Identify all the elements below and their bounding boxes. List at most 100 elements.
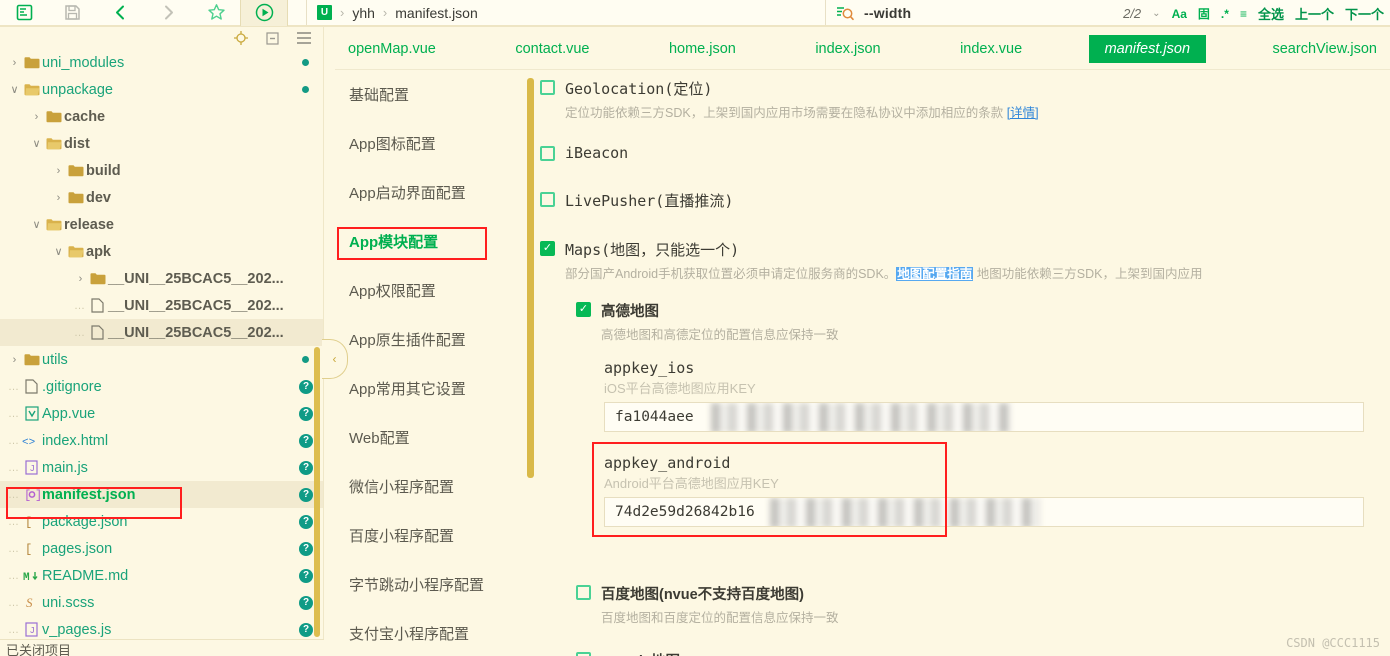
menu-item-8[interactable]: 微信小程序配置: [325, 462, 528, 511]
tree-expand-arrow[interactable]: ∨: [8, 83, 21, 96]
editor-tab-manifest-json[interactable]: manifest.json: [1088, 34, 1207, 63]
tree-item-index-html[interactable]: … <> index.html?: [0, 427, 323, 454]
breadcrumb-file[interactable]: manifest.json: [395, 5, 477, 21]
tree-item-cache[interactable]: › cache: [0, 103, 323, 130]
tree-item--uni-25bcac5-202-[interactable]: › __UNI__25BCAC5__202...: [0, 265, 323, 292]
js-icon: J: [21, 622, 42, 637]
ibeacon-checkbox[interactable]: [540, 146, 555, 161]
match-case-icon[interactable]: Aa: [1172, 7, 1187, 21]
livepusher-checkbox[interactable]: [540, 192, 555, 207]
tree-item-label: apk: [86, 243, 111, 260]
editor-tab-searchview-json[interactable]: searchView.json: [1259, 36, 1390, 62]
tree-item-release[interactable]: ∨ release: [0, 211, 323, 238]
file-explorer[interactable]: › uni_modules ∨ unpackage › cache ∨ dist › build ›…: [0, 27, 324, 639]
regex-icon[interactable]: .*: [1221, 7, 1229, 21]
googlemap-label: Google地图: [601, 650, 680, 656]
tree-expand-arrow[interactable]: ›: [74, 273, 87, 285]
tree-item-apk[interactable]: ∨ apk: [0, 238, 323, 265]
geolocation-block: Geolocation(定位) 定位功能依赖三方SDK，上架到国内应用市场需要在…: [540, 78, 1390, 121]
save-icon[interactable]: [48, 0, 96, 26]
menu-item-0[interactable]: 基础配置: [325, 70, 528, 119]
folder-icon: [65, 164, 86, 177]
menu-item-6[interactable]: App常用其它设置: [325, 364, 528, 413]
svg-text:]: ]: [35, 489, 40, 503]
match-word-icon[interactable]: 固: [1198, 5, 1210, 22]
editor-tab-home-json[interactable]: home.json: [656, 36, 749, 62]
breadcrumb-project[interactable]: yhh: [352, 5, 375, 21]
tree-item-label: release: [64, 216, 114, 233]
tree-expand-arrow[interactable]: ›: [8, 354, 21, 366]
tree-item-unpackage[interactable]: ∨ unpackage: [0, 76, 323, 103]
menu-item-11[interactable]: 支付宝小程序配置: [325, 609, 528, 656]
tree-item-pages-json[interactable]: … [ ]pages.json?: [0, 535, 323, 562]
tree-expand-arrow[interactable]: ∨: [30, 218, 43, 231]
select-all-button[interactable]: 全选: [1258, 4, 1284, 23]
tree-item-uni-modules[interactable]: › uni_modules: [0, 49, 323, 76]
tree-item-label: __UNI__25BCAC5__202...: [108, 270, 284, 287]
tree-item-app-vue[interactable]: … App.vue?: [0, 400, 323, 427]
tree-item-dist[interactable]: ∨ dist: [0, 130, 323, 157]
tree-expand-arrow[interactable]: ∨: [30, 137, 43, 150]
search-input[interactable]: --width: [864, 5, 911, 21]
in-selection-icon[interactable]: ≡: [1240, 7, 1247, 21]
map-config-guide-link[interactable]: 地图配置指南: [896, 267, 974, 281]
breadcrumb: U › yhh › manifest.json: [306, 0, 826, 25]
amap-checkbox[interactable]: ✓: [576, 302, 591, 317]
explorer-scrollbar[interactable]: [314, 347, 320, 637]
tree-item-utils[interactable]: › utils: [0, 346, 323, 373]
terminal-icon[interactable]: [0, 0, 48, 26]
tree-item-dev[interactable]: › dev: [0, 184, 323, 211]
menu-item-2[interactable]: App启动界面配置: [325, 168, 528, 217]
manifest-section-menu[interactable]: 基础配置 App图标配置 App启动界面配置 App模块配置 App权限配置 App原生插…: [325, 70, 528, 656]
tree-item-manifest-json[interactable]: …[]manifest.json?: [0, 481, 323, 508]
find-next-button[interactable]: 下一个: [1345, 4, 1384, 23]
tree-expand-arrow[interactable]: ›: [52, 192, 65, 204]
appkey-ios-input[interactable]: fa1044aee: [604, 402, 1364, 432]
maps-checkbox[interactable]: ✓: [540, 241, 555, 256]
tree-item-uni-scss[interactable]: … Suni.scss?: [0, 589, 323, 616]
menu-item-9[interactable]: 百度小程序配置: [325, 511, 528, 560]
editor-tabbar[interactable]: openMap.vue contact.vue home.json index.jso…: [335, 28, 1390, 70]
tree-item--uni-25bcac5-202-[interactable]: … __UNI__25BCAC5__202...: [0, 292, 323, 319]
tree-item--gitignore[interactable]: … .gitignore?: [0, 373, 323, 400]
tree-item--uni-25bcac5-202-[interactable]: … __UNI__25BCAC5__202...: [0, 319, 323, 346]
menu-item-7[interactable]: Web配置: [325, 413, 528, 462]
star-icon[interactable]: [192, 0, 240, 26]
search-icon[interactable]: [836, 4, 854, 22]
ibeacon-label: iBeacon: [565, 144, 629, 162]
tree-item-v-pages-js[interactable]: … Jv_pages.js?: [0, 616, 323, 639]
menu-icon[interactable]: [297, 32, 311, 44]
locate-file-icon[interactable]: [234, 31, 248, 45]
menu-item-1[interactable]: App图标配置: [325, 119, 528, 168]
tree-expand-arrow[interactable]: ›: [30, 111, 43, 123]
folder-icon: [43, 110, 64, 123]
menu-scrollbar[interactable]: [527, 78, 534, 478]
tree-item-label: uni.scss: [42, 594, 95, 611]
geolocation-checkbox[interactable]: [540, 80, 555, 95]
chevron-down-icon[interactable]: ⌄: [1152, 8, 1160, 19]
back-arrow-icon[interactable]: [96, 0, 144, 26]
editor-tab-openmap-vue[interactable]: openMap.vue: [335, 36, 449, 62]
run-icon[interactable]: [240, 0, 288, 26]
tree-item-package-json[interactable]: … [ ]package.json?: [0, 508, 323, 535]
tree-guide: …: [8, 623, 19, 636]
menu-item-10[interactable]: 字节跳动小程序配置: [325, 560, 528, 609]
tree-item-readme-md[interactable]: … M README.md?: [0, 562, 323, 589]
menu-item-4[interactable]: App权限配置: [325, 266, 528, 315]
find-previous-button[interactable]: 上一个: [1295, 4, 1334, 23]
tree-expand-arrow[interactable]: ›: [52, 165, 65, 177]
editor-tab-contact-vue[interactable]: contact.vue: [502, 36, 602, 62]
tree-item-build[interactable]: › build: [0, 157, 323, 184]
googlemap-checkbox[interactable]: [576, 652, 591, 656]
collapse-all-icon[interactable]: [266, 31, 279, 45]
editor-tab-index-json[interactable]: index.json: [802, 36, 893, 62]
tree-item-main-js[interactable]: … Jmain.js?: [0, 454, 323, 481]
forward-arrow-icon[interactable]: [144, 0, 192, 26]
menu-item-5[interactable]: App原生插件配置: [325, 315, 528, 364]
tree-expand-arrow[interactable]: ∨: [52, 245, 65, 258]
editor-tab-index-vue[interactable]: index.vue: [947, 36, 1035, 62]
menu-item-3[interactable]: App模块配置: [325, 217, 528, 266]
baidumap-checkbox[interactable]: [576, 585, 591, 600]
geolocation-details-link[interactable]: [详情]: [1007, 106, 1039, 120]
tree-expand-arrow[interactable]: ›: [8, 57, 21, 69]
